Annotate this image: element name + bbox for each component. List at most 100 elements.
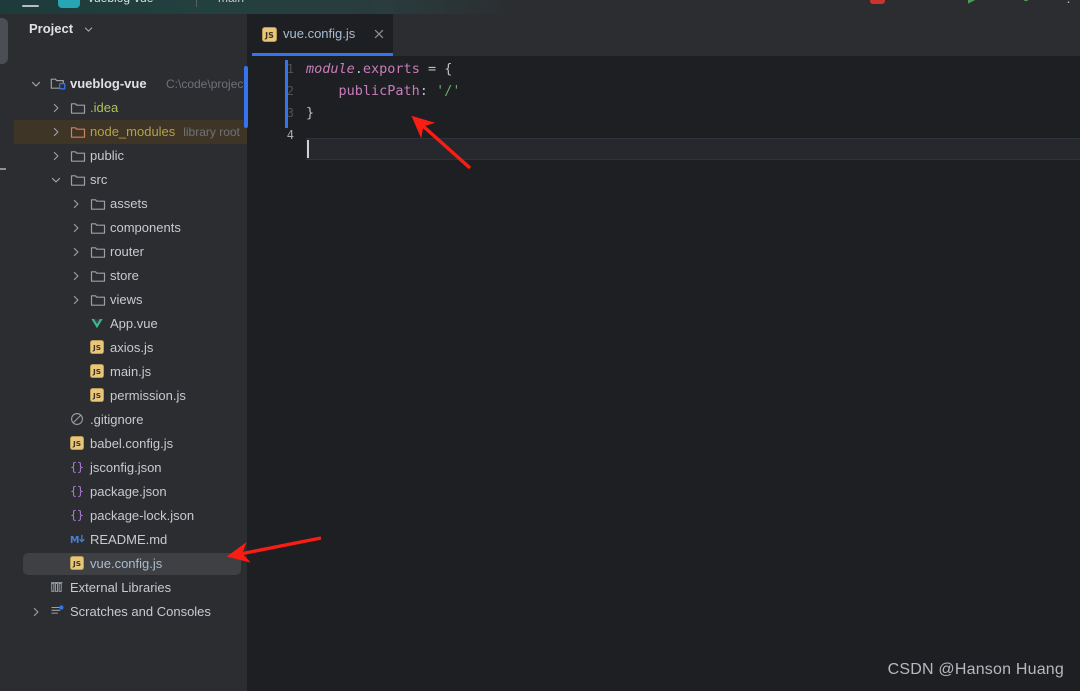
code-token: . (354, 61, 363, 77)
tree-row-vue-config-js[interactable]: JS vue.config.js (14, 552, 247, 576)
code-token: publicPath (338, 83, 420, 99)
tree-row-label: vueblog-vue (70, 76, 147, 91)
run-play-icon[interactable]: ▶ (968, 0, 978, 6)
tree-row-label: App.vue (110, 316, 158, 331)
tree-row-label: assets (110, 196, 148, 211)
run-config-icon[interactable]: JS (870, 0, 885, 4)
tree-row-permission-js[interactable]: JS permission.js (14, 384, 247, 408)
code-line-2[interactable]: publicPath: '/' (306, 80, 1080, 102)
code-token: } (306, 105, 315, 121)
folder-icon (90, 268, 106, 284)
external-libraries-icon (50, 580, 66, 596)
tree-row-vueblog-vue[interactable]: vueblog-vue C:\code\project\ (14, 72, 248, 96)
svg-text:{}: {} (70, 508, 84, 522)
js-file-icon: JS (262, 27, 277, 42)
toolbar-project-name[interactable]: vueblog-vue (88, 0, 153, 5)
tree-row-external-libraries[interactable]: External Libraries (14, 576, 247, 600)
tree-row-label: main.js (110, 364, 152, 379)
tree-row-label: Scratches and Consoles (70, 604, 211, 619)
tree-row-label: views (110, 292, 143, 307)
tree-row-router[interactable]: router (14, 240, 247, 264)
project-panel-header: Project (14, 14, 247, 44)
code-line-1[interactable]: module.exports = { (306, 58, 1080, 80)
hamburger-menu-icon[interactable] (22, 5, 39, 7)
editor-gutter[interactable]: 1234 (248, 56, 306, 691)
line-number-2[interactable]: 2 (254, 80, 294, 102)
gitignore-file-icon (70, 412, 86, 428)
tab-label: vue.config.js (283, 26, 356, 41)
svg-text:JS: JS (72, 439, 81, 448)
chevron-right-icon[interactable] (31, 607, 41, 617)
svg-text:M: M (70, 535, 79, 546)
line-number-1[interactable]: 1 (254, 58, 294, 80)
source-folder-icon (70, 172, 86, 188)
tree-row-app-vue[interactable]: App.vue (14, 312, 247, 336)
code-line-3[interactable]: } (306, 102, 1080, 124)
toolbar-branch-name[interactable]: main (218, 0, 244, 5)
tree-row-main-js[interactable]: JS main.js (14, 360, 247, 384)
page-title: Project (29, 21, 74, 36)
chevron-right-icon[interactable] (71, 223, 81, 233)
tree-row-axios-js[interactable]: JS axios.js (14, 336, 247, 360)
svg-text:JS: JS (92, 343, 101, 352)
tree-row-node-modules[interactable]: node_modules library root (14, 120, 247, 144)
svg-text:JS: JS (92, 367, 101, 376)
project-tree[interactable]: vueblog-vue C:\code\project\ .idea node_mod… (14, 72, 248, 624)
line-number-3[interactable]: 3 (254, 102, 294, 124)
chevron-right-icon[interactable] (51, 127, 61, 137)
vcs-change-marker[interactable] (285, 60, 288, 128)
chevron-right-icon[interactable] (51, 151, 61, 161)
tree-row-babel-config-js[interactable]: JS babel.config.js (14, 432, 247, 456)
main-toolbar: vueblog-vue main JS serve ▶ ● ⋮ (0, 0, 1080, 14)
module-folder-icon (50, 76, 66, 92)
chevron-right-icon[interactable] (71, 295, 81, 305)
watermark-text: CSDN @Hanson Huang (887, 661, 1064, 678)
more-vertical-icon[interactable]: ⋮ (1062, 0, 1075, 6)
line-number-4[interactable]: 4 (254, 124, 294, 146)
chevron-down-icon[interactable] (31, 79, 41, 89)
tree-row-scratches-and-consoles[interactable]: Scratches and Consoles (14, 600, 247, 624)
tree-row-idea[interactable]: .idea (14, 96, 247, 120)
tree-row-src[interactable]: src (14, 168, 247, 192)
chevron-right-icon[interactable] (71, 247, 81, 257)
chevron-down-icon[interactable] (84, 25, 93, 34)
stripe-tick-marker (0, 168, 6, 170)
tab-vue-config-js[interactable]: JS vue.config.js (248, 14, 393, 56)
project-badge-icon[interactable] (58, 0, 80, 8)
tree-row-store[interactable]: store (14, 264, 247, 288)
json-file-icon: {} (70, 508, 86, 524)
chevron-down-icon[interactable] (51, 175, 61, 185)
tree-row-label: README.md (90, 532, 168, 547)
folder-icon (90, 220, 106, 236)
tree-row-readme-md[interactable]: M README.md (14, 528, 247, 552)
tree-row-package-lock-json[interactable]: {} package-lock.json (14, 504, 247, 528)
tree-row-components[interactable]: components (14, 216, 247, 240)
folder-icon (90, 292, 106, 308)
code-line-4[interactable] (306, 124, 1080, 146)
markdown-file-icon: M (70, 532, 86, 548)
svg-text:JS: JS (72, 559, 81, 568)
tree-row-package-json[interactable]: {} package.json (14, 480, 247, 504)
debug-bug-icon[interactable]: ● (1022, 0, 1030, 5)
js-file-icon: JS (90, 364, 106, 380)
chevron-right-icon[interactable] (71, 271, 81, 281)
tree-row-views[interactable]: views (14, 288, 247, 312)
tree-row-jsconfig-json[interactable]: {} jsconfig.json (14, 456, 247, 480)
tree-row-label: External Libraries (70, 580, 172, 595)
code-content[interactable]: module.exports = { publicPath: '/'} (306, 58, 1080, 146)
tree-row-gitignore[interactable]: .gitignore (14, 408, 247, 432)
json-file-icon: {} (70, 460, 86, 476)
tree-row-secondary-label: C:\code\project\ (166, 77, 248, 91)
code-token: module (306, 61, 355, 77)
chevron-right-icon[interactable] (71, 199, 81, 209)
close-icon[interactable] (372, 27, 386, 41)
chevron-right-icon[interactable] (51, 103, 61, 113)
tree-row-public[interactable]: public (14, 144, 247, 168)
tree-row-assets[interactable]: assets (14, 192, 247, 216)
project-tool-window-button[interactable] (0, 18, 8, 64)
editor-area: JS vue.config.js 1234 module.exports = {… (248, 14, 1080, 691)
run-config-label[interactable]: serve (892, 0, 919, 3)
toolbar-separator (196, 0, 197, 7)
code-token: '/' (436, 83, 461, 99)
vue-file-icon (90, 316, 106, 332)
